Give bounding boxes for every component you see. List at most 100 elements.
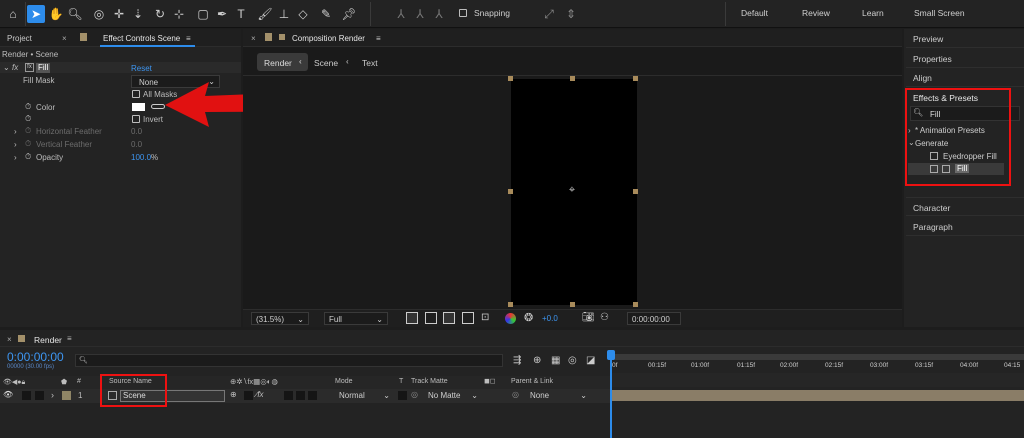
- pan-camera-icon[interactable]: ✛: [110, 5, 128, 23]
- panel-menu-icon[interactable]: ≡: [67, 334, 72, 343]
- motion-blur-icon[interactable]: ◎: [568, 355, 577, 366]
- breadcrumb-text[interactable]: Text: [362, 58, 378, 68]
- roto-brush-icon[interactable]: ✎: [317, 5, 335, 23]
- 3d-view-icon[interactable]: ⊡: [481, 312, 489, 323]
- graph-editor-icon[interactable]: ◪: [586, 355, 595, 366]
- layer-switch-icons[interactable]: ⊕✲∖fx▦◎◐◍: [230, 377, 278, 386]
- eyedropper-icon[interactable]: [151, 104, 165, 109]
- panel-align[interactable]: Align: [906, 68, 1024, 87]
- panel-character[interactable]: Character: [906, 197, 1024, 216]
- effect-twirl-icon[interactable]: ⌄: [3, 63, 10, 75]
- playhead-handle[interactable]: [607, 350, 615, 360]
- workspace-default[interactable]: Default: [741, 8, 768, 18]
- ruler-track[interactable]: [610, 373, 1024, 387]
- rotate-tool-icon[interactable]: ↻: [151, 5, 169, 23]
- selection-tool-icon[interactable]: ➤: [27, 5, 45, 23]
- brush-tool-icon[interactable]: 🖌︎: [256, 5, 274, 23]
- label-icon[interactable]: ⬟: [61, 378, 67, 386]
- eraser-tool-icon[interactable]: ◇: [294, 5, 312, 23]
- tab-project[interactable]: Project: [7, 34, 32, 43]
- comp-mini-flowchart-icon[interactable]: ⇶: [513, 355, 521, 366]
- hand-tool-icon[interactable]: ✋: [47, 5, 65, 23]
- panel-properties[interactable]: Properties: [906, 49, 1024, 68]
- timeline-timecode[interactable]: 0:00:00:00: [7, 350, 64, 364]
- matte-pickwhip-icon[interactable]: ◎: [411, 390, 418, 399]
- lock-icon[interactable]: [265, 33, 272, 41]
- transform-handle[interactable]: [508, 302, 513, 307]
- chevron-right-icon[interactable]: ›: [14, 140, 17, 152]
- resolution-dropdown[interactable]: Full ⌄: [324, 312, 388, 325]
- work-area-bar[interactable]: [610, 354, 1024, 360]
- chevron-right-icon[interactable]: ›: [14, 127, 17, 139]
- mask-visibility-icon[interactable]: [443, 312, 455, 324]
- switch-box[interactable]: [244, 391, 253, 400]
- transform-handle[interactable]: [633, 76, 638, 81]
- panel-preview[interactable]: Preview: [906, 29, 1024, 48]
- breadcrumb-scene[interactable]: Scene: [314, 58, 338, 68]
- transparency-grid-icon[interactable]: [425, 312, 437, 324]
- transform-handle[interactable]: [508, 76, 513, 81]
- anchor-point-icon[interactable]: ⌖: [566, 184, 578, 196]
- orbit-camera-icon[interactable]: ◎: [90, 5, 108, 23]
- dolly-camera-icon[interactable]: ⇣: [129, 5, 147, 23]
- vertical-feather-value[interactable]: 0.0: [131, 140, 142, 152]
- panel-menu-icon[interactable]: ≡: [376, 34, 381, 43]
- switch-box[interactable]: [308, 391, 317, 400]
- transform-handle[interactable]: [633, 302, 638, 307]
- fx-icon[interactable]: fx: [12, 63, 18, 75]
- snap-edges-icon[interactable]: ⇕: [562, 5, 580, 23]
- col-parent[interactable]: Parent & Link: [511, 378, 553, 385]
- av-switch-icons[interactable]: 👁︎◀●🔒︎: [3, 378, 25, 387]
- grid-guides-icon[interactable]: [462, 312, 474, 324]
- type-tool-icon[interactable]: T: [232, 5, 250, 23]
- channel-icon[interactable]: [505, 313, 516, 324]
- workspace-learn[interactable]: Learn: [862, 8, 884, 18]
- fx-switch-icon[interactable]: ∕fx: [256, 390, 264, 399]
- preserve-transparency-toggle[interactable]: [398, 391, 407, 400]
- tab-effect-controls[interactable]: Effect Controls Scene: [103, 34, 180, 43]
- rectangle-tool-icon[interactable]: ▢: [194, 5, 212, 23]
- workspace-small-screen[interactable]: Small Screen: [914, 8, 965, 18]
- home-icon[interactable]: ⌂: [4, 5, 22, 23]
- frame-blending-icon[interactable]: ▦: [551, 355, 560, 366]
- comp-timecode[interactable]: 0:00:00:00: [627, 312, 681, 325]
- blend-mode-dropdown[interactable]: Normal ⌄: [335, 389, 392, 402]
- col-mode[interactable]: Mode: [335, 378, 353, 385]
- label-color-swatch[interactable]: [62, 391, 71, 400]
- breadcrumb-render[interactable]: Render ‹: [257, 53, 308, 71]
- audio-toggle[interactable]: [22, 391, 31, 400]
- puppet-pin-icon[interactable]: 📌︎: [340, 5, 358, 23]
- parent-pickwhip-icon[interactable]: ◎: [512, 390, 519, 399]
- zoom-tool-icon[interactable]: 🔍︎: [66, 5, 84, 23]
- switch-box[interactable]: [296, 391, 305, 400]
- pen-tool-icon[interactable]: ✒: [213, 5, 231, 23]
- stopwatch-icon[interactable]: ⏱: [25, 126, 31, 138]
- transform-handle[interactable]: [570, 76, 575, 81]
- switch-box[interactable]: [284, 391, 293, 400]
- stopwatch-icon[interactable]: ⏱: [25, 102, 31, 114]
- anchor-point-tool-icon[interactable]: ⊹: [170, 5, 188, 23]
- close-icon[interactable]: ×: [251, 34, 256, 43]
- stopwatch-icon[interactable]: ⏱: [25, 139, 31, 151]
- horizontal-feather-value[interactable]: 0.0: [131, 127, 142, 139]
- panel-paragraph[interactable]: Paragraph: [906, 217, 1024, 236]
- chevron-right-icon[interactable]: ›: [51, 390, 54, 400]
- clone-stamp-icon[interactable]: ⊥: [275, 5, 293, 23]
- transform-handle[interactable]: [633, 189, 638, 194]
- color-swatch[interactable]: [132, 103, 145, 111]
- close-icon[interactable]: ×: [7, 335, 12, 344]
- visibility-eye-icon[interactable]: 👁︎: [3, 390, 13, 399]
- all-masks-checkbox[interactable]: [132, 90, 140, 100]
- axis-view-icon[interactable]: ⅄: [430, 5, 448, 23]
- transform-handle[interactable]: [570, 302, 575, 307]
- snap-options-icon[interactable]: ⤢: [540, 5, 558, 23]
- transform-handle[interactable]: [508, 189, 513, 194]
- chevron-right-icon[interactable]: ›: [14, 153, 17, 165]
- track-matte-dropdown[interactable]: No Matte ⌄: [424, 389, 480, 402]
- close-icon[interactable]: ×: [62, 34, 67, 43]
- exposure-value[interactable]: +0.0: [542, 314, 558, 323]
- snapping-checkbox[interactable]: [459, 9, 467, 19]
- timeline-search-input[interactable]: 🔍︎: [75, 354, 503, 367]
- axis-local-icon[interactable]: ⅄: [392, 5, 410, 23]
- show-snapshot-icon[interactable]: ⚇: [600, 312, 609, 323]
